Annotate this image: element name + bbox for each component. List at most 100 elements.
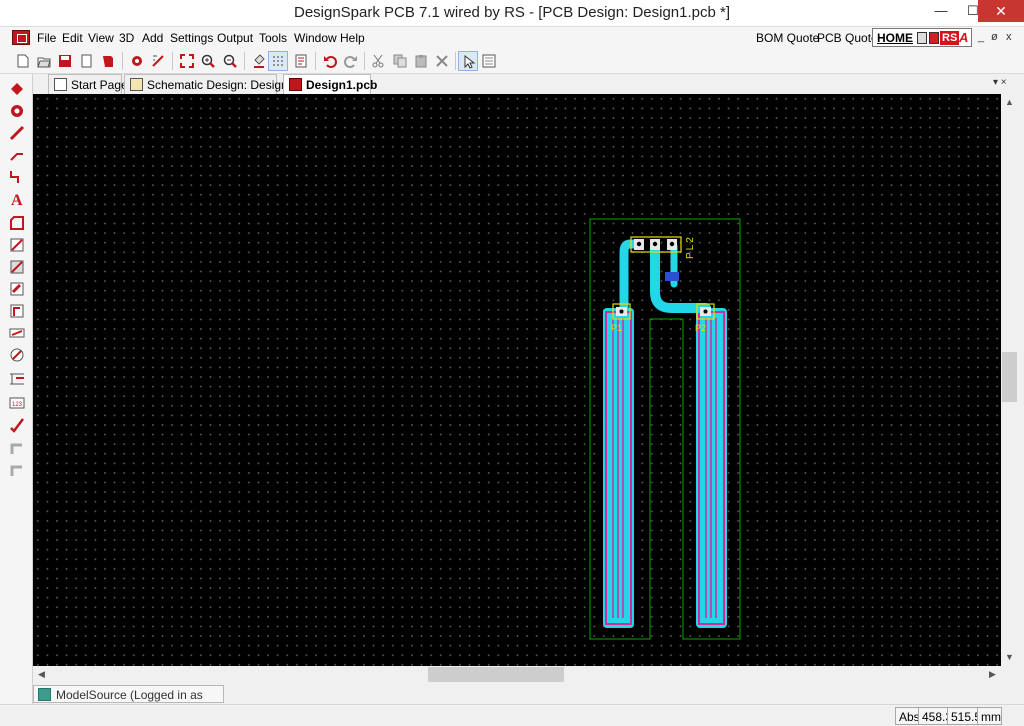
horizontal-scroll-thumb[interactable]	[428, 667, 564, 682]
add-pad-icon[interactable]: 123	[8, 394, 26, 412]
tab-pin-controls[interactable]: ▾ ×	[993, 77, 1007, 88]
svg-text:A: A	[11, 192, 23, 208]
scroll-right-icon[interactable]: ▶	[984, 666, 1001, 683]
zoom-out-icon[interactable]	[220, 51, 240, 71]
add-shape-icon[interactable]	[8, 168, 26, 186]
add-doc-shape-icon[interactable]	[8, 324, 26, 342]
ai-logo[interactable]: A	[959, 30, 968, 45]
menu-3d[interactable]: 3D	[119, 31, 134, 45]
home-panel: HOME RS A	[872, 28, 972, 47]
open-file-icon[interactable]	[34, 51, 54, 71]
menu-output[interactable]: Output	[217, 31, 253, 45]
add-template-icon[interactable]	[8, 258, 26, 276]
track-end-marker	[665, 272, 679, 281]
add-via-icon[interactable]	[8, 102, 26, 120]
copy-icon[interactable]	[390, 51, 410, 71]
title-bar: DesignSpark PCB 7.1 wired by RS - [PCB D…	[0, 0, 1024, 27]
add-board-icon[interactable]	[8, 214, 26, 232]
add-line-icon[interactable]	[8, 146, 26, 164]
add-component-icon[interactable]	[8, 80, 26, 98]
add-area-icon[interactable]	[8, 302, 26, 320]
mdi-minimize-button[interactable]: _	[978, 31, 984, 43]
status-bar: Abs 458.3 515.5 mm	[0, 704, 1024, 726]
modelsource-icon	[38, 688, 51, 701]
print-preview-icon[interactable]	[77, 51, 97, 71]
coord-x: 458.3	[918, 707, 952, 725]
menu-file[interactable]: File	[37, 31, 56, 45]
menu-tools[interactable]: Tools	[259, 31, 287, 45]
mdi-restore-button[interactable]: ø	[991, 31, 998, 43]
add-test-point-icon[interactable]	[8, 416, 26, 434]
add-group-icon[interactable]	[8, 462, 26, 480]
pcb-quote-link[interactable]: PCB Quote	[817, 31, 878, 45]
pcb-quote-icon[interactable]	[929, 32, 939, 44]
units[interactable]: mm	[977, 707, 1002, 725]
connector-label: PL2	[685, 235, 696, 259]
horizontal-scrollbar[interactable]: ◀ ▶	[33, 666, 1001, 683]
cut-icon[interactable]	[368, 51, 388, 71]
tab-schematic[interactable]: Schematic Design: Design1	[124, 74, 294, 94]
design-rules-icon[interactable]	[148, 51, 168, 71]
menu-add[interactable]: Add	[142, 31, 163, 45]
redo-icon[interactable]	[341, 51, 361, 71]
menu-bar: File Edit View 3D Add Settings Output To…	[0, 27, 1024, 49]
add-text-icon[interactable]: A	[8, 190, 26, 208]
add-note-icon[interactable]	[8, 440, 26, 458]
svg-text:123: 123	[12, 402, 23, 408]
pad-left-label: P1	[611, 323, 622, 333]
schematic-icon	[130, 78, 143, 91]
pcb-icon	[289, 78, 302, 91]
add-keepout-icon[interactable]	[8, 280, 26, 298]
tab-start-page[interactable]: Start Page	[48, 74, 128, 94]
undo-icon[interactable]	[320, 51, 340, 71]
add-track-icon[interactable]	[8, 124, 26, 142]
modelsource-tab[interactable]: ModelSource (Logged in as Aent)	[33, 685, 224, 716]
menu-settings[interactable]: Settings	[170, 31, 213, 45]
paste-icon[interactable]	[411, 51, 431, 71]
mdi-close-button[interactable]: x	[1006, 31, 1012, 43]
scroll-up-icon[interactable]: ▲	[1001, 94, 1018, 111]
designspark-pcb-icon[interactable]	[12, 30, 30, 45]
menu-view[interactable]: View	[88, 31, 114, 45]
left-electrode	[603, 308, 634, 628]
pcb-drawing: PL2 P1 P2	[589, 218, 741, 640]
home-link[interactable]: HOME	[877, 31, 913, 45]
scroll-left-icon[interactable]: ◀	[33, 666, 50, 683]
main-toolbar	[0, 49, 1024, 74]
scroll-down-icon[interactable]: ▼	[1001, 649, 1018, 666]
grid-icon[interactable]	[268, 51, 288, 71]
tab-label: Design1.pcb	[306, 78, 378, 92]
document-tabs: Start Page Schematic Design: Design1 Des…	[33, 74, 1024, 94]
coord-mode[interactable]: Abs	[895, 707, 920, 725]
pad-right-label: P2	[695, 323, 706, 333]
add-arc-icon[interactable]	[8, 346, 26, 364]
tab-pcb[interactable]: Design1.pcb	[283, 74, 377, 94]
fill-icon[interactable]	[249, 51, 269, 71]
vertical-scroll-thumb[interactable]	[1002, 352, 1017, 402]
library-icon[interactable]	[98, 51, 118, 71]
add-copper-icon[interactable]	[8, 236, 26, 254]
save-icon[interactable]	[55, 51, 75, 71]
properties-icon[interactable]	[291, 51, 311, 71]
menu-help[interactable]: Help	[340, 31, 365, 45]
menu-edit[interactable]: Edit	[62, 31, 83, 45]
right-electrode	[696, 308, 727, 628]
pcb-canvas[interactable]: PL2 P1 P2	[33, 94, 1001, 666]
pcb-part-icon[interactable]	[917, 32, 927, 44]
vertical-scrollbar[interactable]: ▲ ▼	[1001, 94, 1018, 666]
add-dimension-icon[interactable]	[8, 370, 26, 388]
menu-window[interactable]: Window	[294, 31, 337, 45]
bottom-pane: ModelSource (Logged in as Aent)	[33, 683, 1024, 716]
bom-quote-link[interactable]: BOM Quote	[756, 31, 819, 45]
close-button[interactable]: ✕	[978, 0, 1024, 22]
delete-icon[interactable]	[432, 51, 452, 71]
zoom-in-icon[interactable]	[198, 51, 218, 71]
zoom-fit-icon[interactable]	[177, 51, 197, 71]
component-wizard-icon[interactable]	[127, 51, 147, 71]
new-file-icon[interactable]	[13, 51, 33, 71]
start-page-icon	[54, 78, 67, 91]
select-icon[interactable]	[458, 51, 478, 71]
minimize-button[interactable]: —	[924, 0, 958, 22]
select-menu-icon[interactable]	[479, 51, 499, 71]
rs-logo[interactable]: RS	[940, 31, 960, 45]
